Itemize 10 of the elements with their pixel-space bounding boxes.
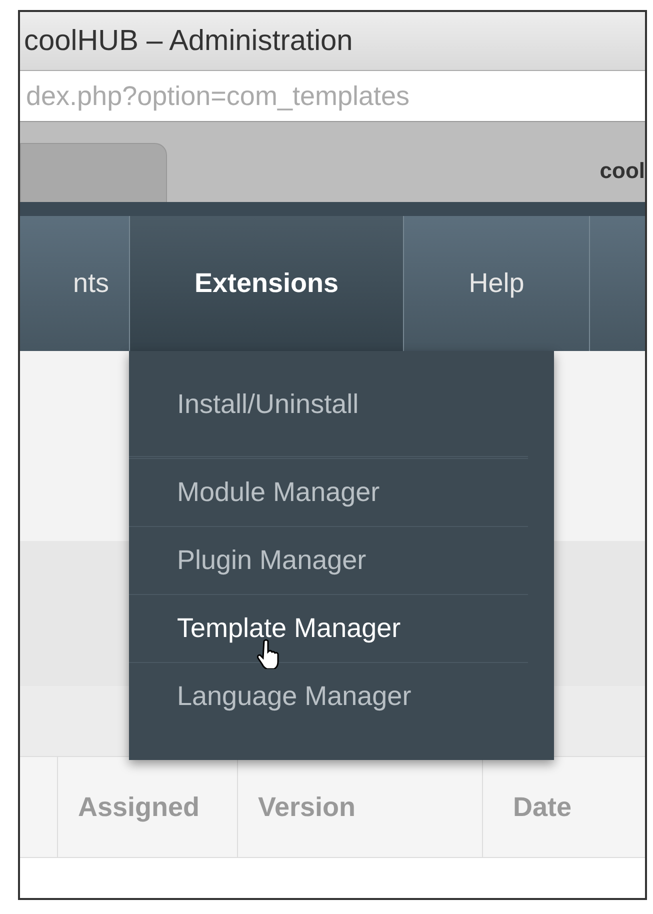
url-text: dex.php?option=com_templates [26, 80, 410, 112]
nav-item[interactable]: Extensions [130, 216, 404, 351]
window-title: coolHUB – Administration [24, 24, 353, 58]
tab-title[interactable]: cool [600, 158, 645, 202]
menu-item[interactable]: Module Manager [129, 456, 528, 526]
menu-item[interactable]: Template Manager [129, 594, 528, 662]
browser-tab[interactable] [20, 143, 167, 202]
menu-item[interactable]: Plugin Manager [129, 526, 528, 594]
menu-item[interactable]: Language Manager [129, 662, 528, 730]
menu-item[interactable]: Install/Uninstall [129, 371, 528, 438]
